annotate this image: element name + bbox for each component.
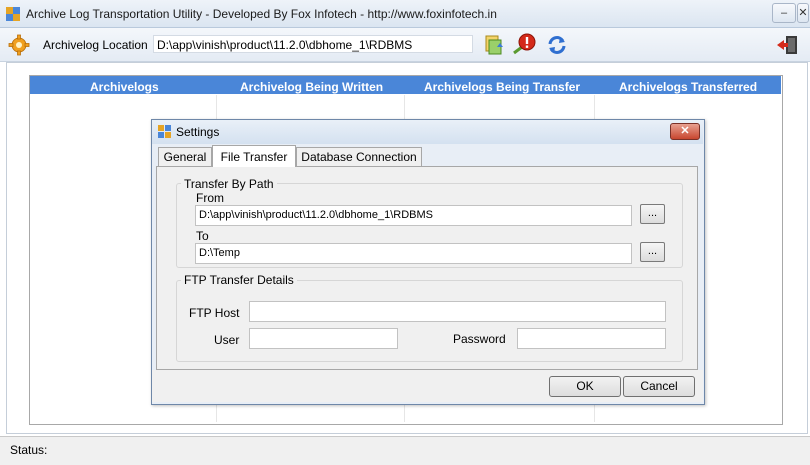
status-bar: [0, 436, 810, 465]
tab-general[interactable]: General: [158, 147, 212, 166]
refresh-icon[interactable]: [546, 34, 568, 56]
exit-icon[interactable]: [776, 34, 800, 56]
column-header-archivelogs-being-transfer[interactable]: Archivelogs Being Transfer: [424, 80, 580, 94]
dialog-title: Settings: [176, 125, 220, 139]
column-header-archivelog-being-written[interactable]: Archivelog Being Written: [240, 80, 383, 94]
app-icon: [6, 7, 20, 21]
ftp-transfer-details-title: FTP Transfer Details: [181, 273, 297, 287]
settings-gear-icon[interactable]: [8, 34, 30, 56]
cancel-button[interactable]: Cancel: [623, 376, 695, 397]
user-input[interactable]: [249, 328, 398, 349]
user-label: User: [214, 333, 240, 347]
column-header-archivelogs[interactable]: Archivelogs: [90, 80, 159, 94]
dialog-app-icon: [158, 125, 171, 138]
ok-button[interactable]: OK: [549, 376, 621, 397]
from-browse-button[interactable]: ...: [640, 204, 665, 224]
dialog-close-button[interactable]: ✕: [670, 123, 700, 140]
from-path-input[interactable]: D:\app\vinish\product\11.2.0\dbhome_1\RD…: [195, 205, 632, 226]
ftp-host-input[interactable]: [249, 301, 666, 322]
dialog-title-bar: [152, 120, 703, 144]
to-path-input[interactable]: D:\Temp: [195, 243, 632, 264]
to-browse-button[interactable]: ...: [640, 242, 665, 262]
password-input[interactable]: [517, 328, 666, 349]
archivelog-location-input[interactable]: D:\app\vinish\product\11.2.0\dbhome_1\RD…: [153, 35, 473, 53]
close-window-button[interactable]: ✕: [797, 3, 809, 23]
ftp-host-label: FTP Host: [189, 306, 240, 320]
tab-database-connection[interactable]: Database Connection: [296, 147, 422, 166]
password-label: Password: [453, 332, 506, 346]
transfer-by-path-title: Transfer By Path: [181, 177, 277, 191]
minimize-button[interactable]: –: [772, 3, 796, 23]
window-title: Archive Log Transportation Utility - Dev…: [26, 7, 497, 21]
tab-file-transfer[interactable]: File Transfer: [212, 145, 296, 167]
alert-icon[interactable]: [512, 33, 536, 57]
column-header-archivelogs-transferred[interactable]: Archivelogs Transferred: [619, 80, 757, 94]
from-label: From: [196, 191, 224, 205]
transfer-icon[interactable]: [483, 33, 507, 57]
archivelog-location-label: Archivelog Location: [43, 38, 148, 52]
status-label: Status:: [10, 443, 48, 457]
to-label: To: [196, 229, 209, 243]
